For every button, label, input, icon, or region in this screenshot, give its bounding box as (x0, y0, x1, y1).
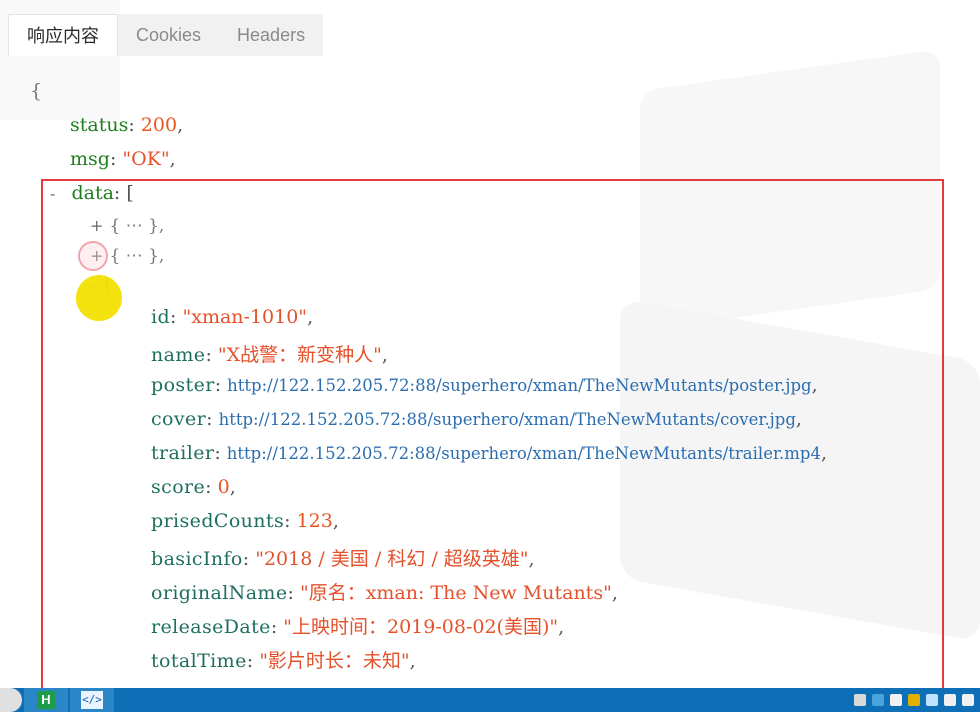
notification-icon[interactable] (962, 694, 974, 706)
background-watermark (640, 48, 940, 332)
taskbar-app-code[interactable]: </> (70, 688, 114, 712)
volume-icon[interactable] (944, 694, 956, 706)
expand-toggle[interactable]: + (90, 216, 103, 235)
json-key: trailer (151, 442, 215, 464)
collapse-toggle[interactable]: - (50, 184, 55, 203)
response-tabs: 响应内容 Cookies Headers (8, 14, 324, 56)
json-value: "xman-1010" (182, 306, 308, 328)
json-row-id: id: "xman-1010", (151, 306, 314, 328)
json-row-releaseDate: releaseDate: "上映时间：2019-08-02(美国)", (151, 616, 565, 638)
json-key: basicInfo (151, 548, 243, 570)
json-key: name (151, 344, 206, 366)
json-row-score: score: 0, (151, 476, 236, 498)
system-tray (854, 688, 980, 712)
json-row-originalName: originalName: "原名：xman: The New Mutants"… (151, 582, 618, 604)
shield-icon[interactable] (908, 694, 920, 706)
json-value: 123 (296, 510, 333, 532)
taskbar: H </> (0, 688, 980, 712)
json-key: prisedCounts (151, 510, 285, 532)
json-row-basicInfo: basicInfo: "2018 / 美国 / 科幻 / 超级英雄", (151, 548, 535, 570)
json-open-brace: { (30, 80, 43, 102)
collapsed-object[interactable]: { ⋯ }, (109, 216, 164, 236)
mouse-cursor-highlight (76, 275, 122, 321)
json-key: msg (70, 148, 110, 170)
json-value: "2018 / 美国 / 科幻 / 超级英雄" (255, 548, 529, 570)
tab-response-content[interactable]: 响应内容 (8, 14, 118, 56)
json-row-status: status: 200, (70, 114, 184, 136)
json-key: totalTime (151, 650, 247, 672)
tab-headers[interactable]: Headers (219, 14, 324, 56)
json-row-prisedCounts: prisedCounts: 123, (151, 510, 339, 532)
json-key: originalName (151, 582, 288, 604)
json-key: data (71, 182, 114, 204)
tray-icon[interactable] (854, 694, 866, 706)
json-key: cover (151, 408, 207, 430)
json-value: "X战警：新变种人" (217, 344, 382, 366)
json-url-link[interactable]: http://122.152.205.72:88/superhero/xman/… (227, 444, 821, 463)
json-value: 0 (217, 476, 230, 498)
network-icon[interactable] (926, 694, 938, 706)
json-url-link[interactable]: http://122.152.205.72:88/superhero/xman/… (219, 410, 796, 429)
code-editor-icon: </> (81, 691, 103, 709)
json-key: id (151, 306, 171, 328)
json-url-link[interactable]: http://122.152.205.72:88/superhero/xman/… (227, 376, 811, 395)
json-array-item-collapsed: + { ⋯ }, (90, 214, 164, 236)
taskbar-app-h[interactable]: H (24, 688, 68, 712)
json-row-name: name: "X战警：新变种人", (151, 344, 388, 366)
json-row-msg: msg: "OK", (70, 148, 176, 170)
click-indicator (78, 241, 108, 271)
json-row-poster: poster: http://122.152.205.72:88/superhe… (151, 374, 818, 396)
json-key: poster (151, 374, 215, 396)
tab-cookies[interactable]: Cookies (118, 14, 220, 56)
json-key: status (70, 114, 129, 136)
json-key: score (151, 476, 206, 498)
json-value: "OK" (122, 148, 170, 170)
json-value: "原名：xman: The New Mutants" (299, 582, 612, 604)
tray-icon[interactable] (890, 694, 902, 706)
chrome-icon[interactable] (0, 688, 22, 712)
json-row-totalTime: totalTime: "影片时长：未知", (151, 650, 416, 672)
help-icon[interactable] (872, 694, 884, 706)
json-key: releaseDate (151, 616, 271, 638)
json-row-cover: cover: http://122.152.205.72:88/superher… (151, 408, 802, 430)
json-row-trailer: trailer: http://122.152.205.72:88/superh… (151, 442, 828, 464)
json-row-data: - data: [ (50, 182, 134, 204)
h-app-icon: H (37, 691, 55, 709)
json-value: "上映时间：2019-08-02(美国)" (283, 616, 559, 638)
json-value: 200 (140, 114, 178, 136)
background-watermark (620, 298, 980, 642)
json-value: "影片时长：未知" (259, 650, 410, 672)
collapsed-object[interactable]: { ⋯ }, (109, 246, 164, 266)
